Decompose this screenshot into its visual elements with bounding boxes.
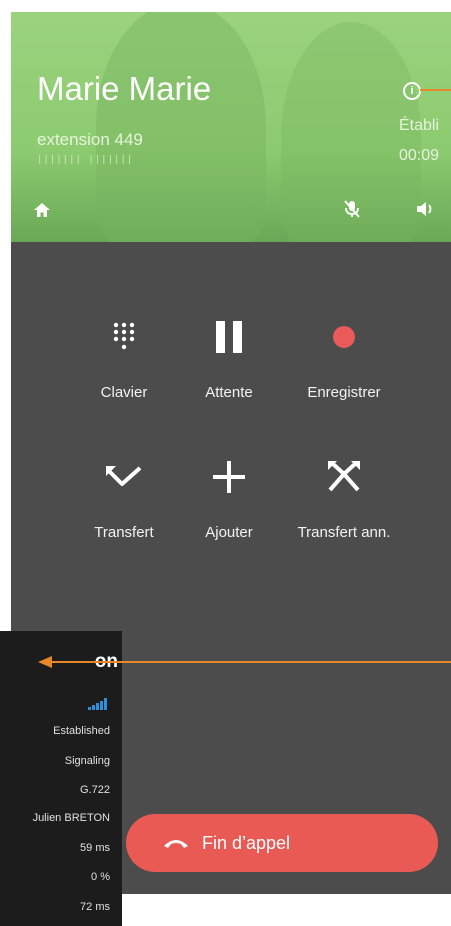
speaker-icon[interactable] [415, 200, 435, 222]
hang-up-icon [164, 840, 188, 848]
home-icon[interactable] [33, 202, 51, 222]
call-header: Marie Marie extension 449 ||||||| ||||||… [11, 12, 451, 242]
add-call-button[interactable]: Ajouter [164, 452, 294, 541]
connection-state: Established [53, 725, 110, 737]
end-call-label: Fin d’appel [202, 832, 291, 853]
hold-label: Attente [205, 384, 253, 401]
signal-strength-icon [88, 697, 110, 715]
pause-icon [164, 312, 294, 362]
record-label: Enregistrer [307, 384, 381, 401]
caller-extension: extension 449 [37, 130, 143, 149]
microphone-muted-icon[interactable] [341, 198, 363, 224]
record-button[interactable]: Enregistrer [279, 312, 409, 401]
caller-extension-detail: ||||||| ||||||| [37, 155, 134, 165]
caller-name: Marie Marie [37, 70, 212, 107]
annotation-arrow-info [420, 89, 451, 91]
codec-value: G.722 [80, 784, 110, 796]
call-info-panel: on Established Signaling G.722 Julien BR… [0, 631, 122, 926]
info-icon[interactable]: i [403, 82, 421, 100]
caller-silhouette [96, 12, 266, 242]
annotation-arrow-panel [38, 656, 451, 668]
jitter-value: 72 ms [80, 901, 110, 913]
hold-button[interactable]: Attente [164, 312, 294, 401]
attended-transfer-button[interactable]: Transfert ann. [279, 452, 409, 541]
add-call-label: Ajouter [205, 524, 253, 541]
call-timer: 00:09 [398, 147, 439, 164]
attended-transfer-label: Transfert ann. [297, 524, 391, 541]
packet-loss-value: 0 % [91, 871, 110, 883]
end-call-button[interactable]: Fin d’appel [126, 814, 438, 872]
signaling-value: Signaling [64, 755, 110, 767]
remote-party: Julien BRETON [32, 812, 110, 824]
call-status: Établi [398, 117, 439, 134]
record-icon [279, 312, 409, 362]
latency-value: 59 ms [80, 842, 110, 854]
attended-transfer-icon [279, 452, 409, 502]
add-icon [164, 452, 294, 502]
